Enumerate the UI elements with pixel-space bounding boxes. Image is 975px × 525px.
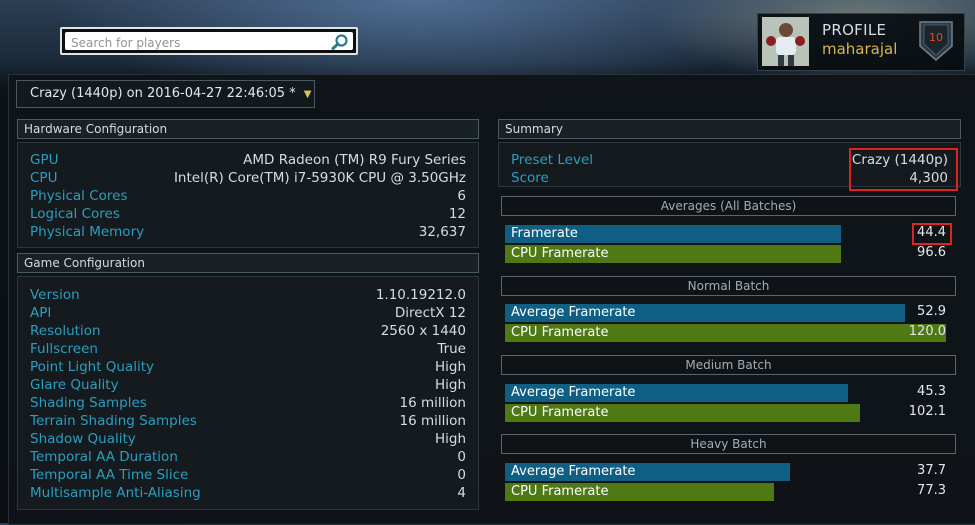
game-msaa-label: Multisample Anti-Aliasing — [30, 485, 201, 501]
result-selector-dropdown[interactable]: Crazy (1440p) on 2016-04-27 22:46:05 * ▼ — [16, 80, 315, 108]
hardware-config-header: Hardware Configuration — [17, 119, 479, 139]
game-shading-samples-label: Shading Samples — [30, 395, 147, 411]
heavy-cpu-bar: CPU Framerate — [505, 483, 774, 501]
hardware-config-section: GPU AMD Radeon (TM) R9 Fury Series CPU Int… — [17, 142, 479, 248]
normal-batch-band: Normal Batch — [501, 276, 956, 296]
dropdown-arrow-icon: ▼ — [303, 89, 312, 100]
hw-row-gpu: GPU AMD Radeon (TM) R9 Fury Series — [18, 151, 478, 169]
result-selector-value: Crazy (1440p) on 2016-04-27 22:46:05 * — [30, 86, 296, 101]
search-input[interactable] — [69, 33, 323, 53]
game-point-light-quality-value: High — [434, 359, 466, 375]
heavy-framerate-bar: Average Framerate — [505, 463, 790, 481]
game-temporal-aa-time-slice-value: 0 — [457, 467, 466, 483]
game-row-shading-samples: Shading Samples 16 million — [18, 394, 478, 412]
averages-band: Averages (All Batches) — [501, 196, 956, 216]
search-field-bg — [65, 32, 353, 53]
game-api-value: DirectX 12 — [394, 305, 466, 321]
summary-header: Summary — [498, 119, 961, 139]
medium-framerate-bar: Average Framerate — [505, 384, 848, 402]
hw-row-physical-memory: Physical Memory 32,637 — [18, 223, 478, 241]
averages-cpu-bar: CPU Framerate — [505, 245, 841, 263]
score-label: Score — [511, 170, 549, 186]
search-icon[interactable] — [330, 33, 350, 51]
game-row-version: Version 1.10.19212.0 — [18, 286, 478, 304]
game-config-header: Game Configuration — [17, 253, 479, 273]
game-version-label: Version — [30, 287, 80, 303]
heavy-framerate-value: 37.7 — [917, 463, 946, 478]
player-search — [60, 27, 358, 55]
medium-cpu-value: 102.1 — [908, 404, 946, 419]
game-row-point-light-quality: Point Light Quality High — [18, 358, 478, 376]
hw-cpu-value: Intel(R) Core(TM) i7-5930K CPU @ 3.50GHz — [173, 170, 466, 186]
hw-logical-cores-label: Logical Cores — [30, 206, 120, 222]
game-shadow-quality-label: Shadow Quality — [30, 431, 136, 447]
game-resolution-label: Resolution — [30, 323, 101, 339]
benchmark-result-panel: Crazy (1440p) on 2016-04-27 22:46:05 * ▼ … — [8, 74, 975, 525]
game-resolution-value: 2560 x 1440 — [380, 323, 466, 339]
game-terrain-shading-samples-label: Terrain Shading Samples — [30, 413, 197, 429]
game-row-temporal-aa-duration: Temporal AA Duration 0 — [18, 448, 478, 466]
profile-label: PROFILE — [822, 21, 887, 39]
game-version-value: 1.10.19212.0 — [375, 287, 466, 303]
hw-physical-cores-value: 6 — [457, 188, 466, 204]
game-fullscreen-label: Fullscreen — [30, 341, 98, 357]
preset-level-label: Preset Level — [511, 152, 594, 168]
avatar-image — [762, 17, 809, 66]
profile-card[interactable]: PROFILE maharajal 10 — [757, 13, 965, 71]
game-row-terrain-shading-samples: Terrain Shading Samples 16 million — [18, 412, 478, 430]
game-row-shadow-quality: Shadow Quality High — [18, 430, 478, 448]
game-api-label: API — [30, 305, 52, 321]
hw-cpu-label: CPU — [30, 170, 58, 186]
game-temporal-aa-time-slice-label: Temporal AA Time Slice — [30, 467, 189, 483]
game-shading-samples-value: 16 million — [399, 395, 466, 411]
game-shadow-quality-value: High — [434, 431, 466, 447]
normal-framerate-bar: Average Framerate — [505, 304, 905, 322]
normal-cpu-value: 120.0 — [908, 324, 946, 339]
game-temporal-aa-duration-label: Temporal AA Duration — [30, 449, 178, 465]
game-point-light-quality-label: Point Light Quality — [30, 359, 155, 375]
avatar[interactable] — [762, 17, 809, 66]
heavy-cpu-value: 77.3 — [917, 483, 946, 498]
game-row-resolution: Resolution 2560 x 1440 — [18, 322, 478, 340]
framerate-highlight-box — [912, 223, 952, 245]
hw-gpu-value: AMD Radeon (TM) R9 Fury Series — [243, 152, 466, 168]
game-row-temporal-aa-time-slice: Temporal AA Time Slice 0 — [18, 466, 478, 484]
hw-logical-cores-value: 12 — [448, 206, 466, 222]
game-temporal-aa-duration-value: 0 — [457, 449, 466, 465]
medium-cpu-bar: CPU Framerate — [505, 404, 860, 422]
hw-row-cpu: CPU Intel(R) Core(TM) i7-5930K CPU @ 3.50… — [18, 169, 478, 187]
level-value: 10 — [929, 31, 943, 44]
game-row-fullscreen: Fullscreen True — [18, 340, 478, 358]
game-terrain-shading-samples-value: 16 million — [399, 413, 466, 429]
hw-row-logical-cores: Logical Cores 12 — [18, 205, 478, 223]
medium-framerate-value: 45.3 — [917, 384, 946, 399]
game-config-section: Version 1.10.19212.0 API DirectX 12 Resolu… — [17, 276, 479, 510]
game-msaa-value: 4 — [457, 485, 466, 501]
game-row-api: API DirectX 12 — [18, 304, 478, 322]
medium-batch-band: Medium Batch — [501, 355, 956, 375]
hw-row-physical-cores: Physical Cores 6 — [18, 187, 478, 205]
game-glare-quality-label: Glare Quality — [30, 377, 119, 393]
heavy-batch-band: Heavy Batch — [501, 434, 956, 454]
level-shield-icon: 10 — [919, 21, 953, 61]
hw-physical-cores-label: Physical Cores — [30, 188, 128, 204]
game-glare-quality-value: High — [434, 377, 466, 393]
game-row-msaa: Multisample Anti-Aliasing 4 — [18, 484, 478, 502]
hw-gpu-label: GPU — [30, 152, 59, 168]
summary-highlight-box — [849, 148, 958, 191]
averages-framerate-bar: Framerate — [505, 225, 841, 243]
hw-physical-memory-value: 32,637 — [418, 224, 466, 240]
game-row-glare-quality: Glare Quality High — [18, 376, 478, 394]
averages-cpu-value: 96.6 — [917, 245, 946, 260]
profile-username[interactable]: maharajal — [822, 40, 897, 58]
hw-physical-memory-label: Physical Memory — [30, 224, 145, 240]
game-fullscreen-value: True — [437, 341, 466, 357]
normal-framerate-value: 52.9 — [917, 304, 946, 319]
